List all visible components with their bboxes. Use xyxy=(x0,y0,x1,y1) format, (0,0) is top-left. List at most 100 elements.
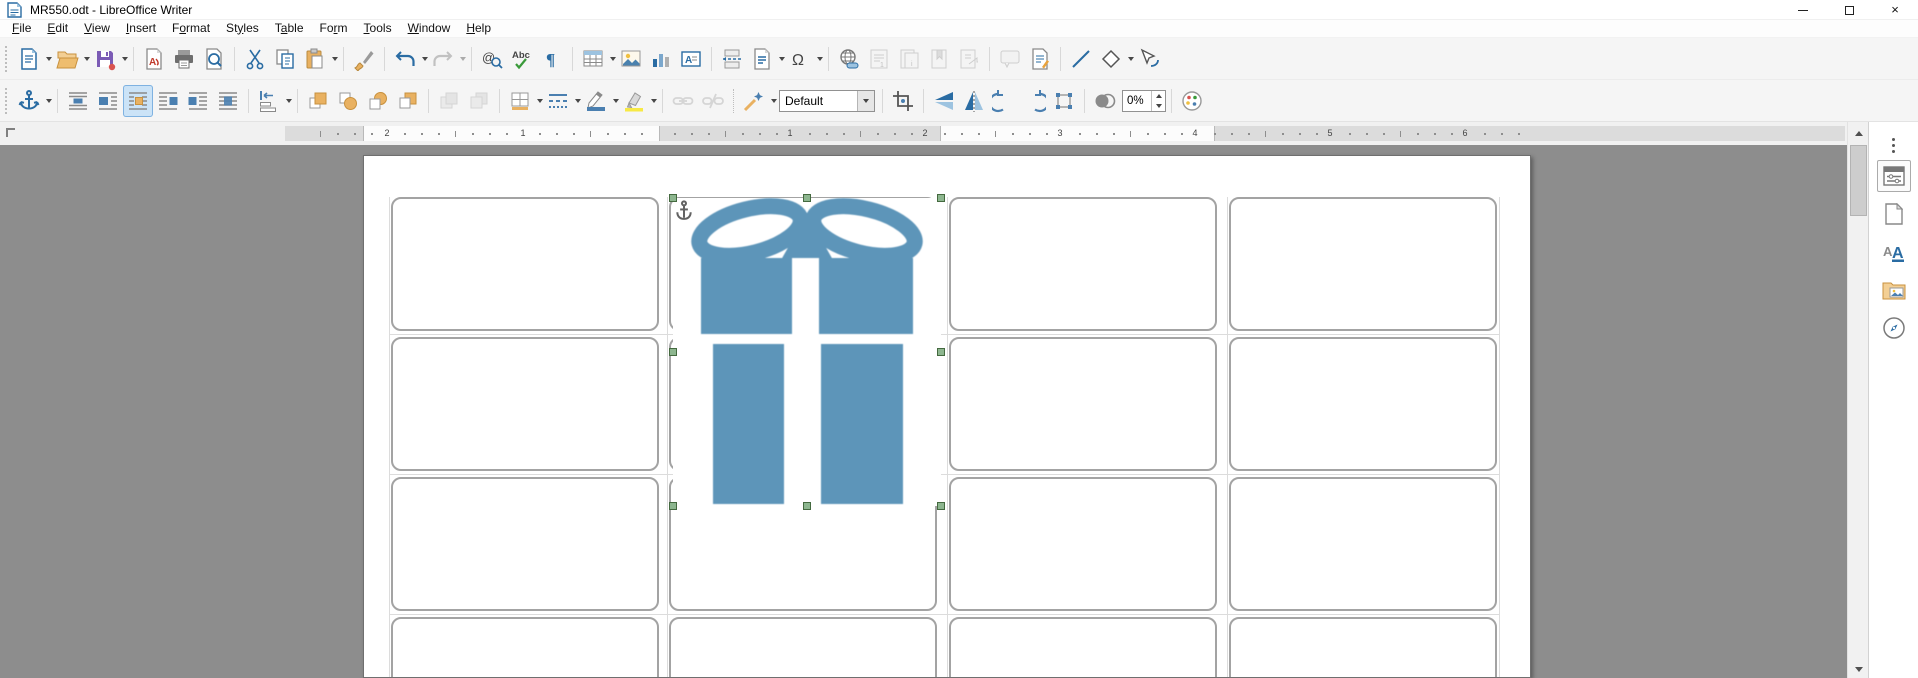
save-dropdown[interactable] xyxy=(122,56,128,61)
label-cell[interactable] xyxy=(391,617,659,677)
crop-button[interactable] xyxy=(888,85,918,117)
highlighting-color-dropdown[interactable] xyxy=(651,98,657,103)
scroll-up-button[interactable] xyxy=(1848,124,1869,142)
toolbar-grip[interactable] xyxy=(5,87,9,114)
menu-file[interactable]: File xyxy=(4,20,39,38)
wrap-through-button[interactable] xyxy=(213,85,243,117)
spin-up-button[interactable] xyxy=(1152,91,1165,101)
label-cell[interactable] xyxy=(391,197,659,331)
menu-format[interactable]: Format xyxy=(164,20,218,38)
insert-bookmark-button[interactable] xyxy=(924,43,954,75)
highlighting-color-button[interactable] xyxy=(619,85,649,117)
flip-horizontally-button[interactable] xyxy=(959,85,989,117)
close-button[interactable]: × xyxy=(1872,0,1918,20)
transformations-button[interactable] xyxy=(1049,85,1079,117)
insert-table-button[interactable] xyxy=(578,43,608,75)
horizontal-ruler[interactable]: 2 1 1 2 3 4 5 6 xyxy=(285,126,1845,141)
selection-handle-middle-left[interactable] xyxy=(669,348,677,356)
spelling-button[interactable]: Abc xyxy=(507,43,537,75)
sidebar-tab-navigator[interactable] xyxy=(1877,312,1911,344)
cross-reference-button[interactable] xyxy=(954,43,984,75)
copy-button[interactable] xyxy=(270,43,300,75)
insert-footnote-button[interactable]: 1 xyxy=(864,43,894,75)
label-cell[interactable] xyxy=(949,617,1217,677)
border-style-button[interactable] xyxy=(543,85,573,117)
label-cell[interactable] xyxy=(391,337,659,471)
redo-dropdown[interactable] xyxy=(460,56,466,61)
label-cell[interactable] xyxy=(949,337,1217,471)
print-preview-button[interactable] xyxy=(199,43,229,75)
wrap-ideal-button[interactable] xyxy=(123,84,153,117)
paste-button[interactable] xyxy=(300,43,330,75)
rotate-right-button[interactable] xyxy=(1019,85,1049,117)
label-cell[interactable] xyxy=(1229,477,1497,611)
show-draw-functions-button[interactable] xyxy=(1134,43,1164,75)
insert-comment-button[interactable] xyxy=(995,43,1025,75)
formatting-marks-button[interactable]: ¶ xyxy=(537,43,567,75)
scrollbar-thumb[interactable] xyxy=(1850,145,1867,216)
anchor-button[interactable] xyxy=(14,85,44,117)
minimize-button[interactable] xyxy=(1780,0,1826,20)
image-mode-dropdown[interactable] xyxy=(857,90,874,111)
send-to-back-button[interactable] xyxy=(393,85,423,117)
borders-button[interactable] xyxy=(505,85,535,117)
label-cell[interactable] xyxy=(1229,197,1497,331)
to-foreground-button[interactable] xyxy=(434,85,464,117)
menu-form[interactable]: Form xyxy=(312,20,356,38)
sidebar-tab-page[interactable] xyxy=(1877,198,1911,230)
special-character-button[interactable]: Ω xyxy=(785,43,815,75)
align-objects-button[interactable] xyxy=(254,85,284,117)
wrap-after-button[interactable] xyxy=(183,85,213,117)
export-pdf-button[interactable]: A xyxy=(139,43,169,75)
label-cell[interactable] xyxy=(391,477,659,611)
unlink-frames-button[interactable] xyxy=(698,85,728,117)
rotate-left-button[interactable] xyxy=(989,85,1019,117)
document-page[interactable] xyxy=(363,155,1531,678)
color-button[interactable] xyxy=(1177,85,1207,117)
menu-edit[interactable]: Edit xyxy=(39,20,76,38)
sidebar-tab-gallery[interactable] xyxy=(1877,274,1911,306)
find-replace-button[interactable]: @ xyxy=(477,43,507,75)
transparency-button[interactable] xyxy=(1090,85,1120,117)
wrap-off-button[interactable] xyxy=(63,85,93,117)
to-background-button[interactable] xyxy=(464,85,494,117)
bring-to-front-button[interactable] xyxy=(303,85,333,117)
sidebar-settings-button[interactable] xyxy=(1892,136,1895,154)
spin-down-button[interactable] xyxy=(1152,101,1165,111)
insert-line-button[interactable] xyxy=(1066,43,1096,75)
menu-styles[interactable]: Styles xyxy=(218,20,267,38)
insert-chart-button[interactable] xyxy=(646,43,676,75)
open-button[interactable] xyxy=(52,43,82,75)
clone-formatting-button[interactable] xyxy=(349,43,379,75)
selected-gift-image[interactable] xyxy=(669,194,945,510)
insert-page-break-button[interactable] xyxy=(717,43,747,75)
menu-window[interactable]: Window xyxy=(400,20,459,38)
scroll-down-button[interactable] xyxy=(1848,660,1869,678)
label-cell[interactable] xyxy=(1229,337,1497,471)
selection-handle-middle-right[interactable] xyxy=(937,348,945,356)
vertical-scrollbar[interactable] xyxy=(1847,122,1868,678)
save-button[interactable] xyxy=(90,43,120,75)
selection-handle-top-left[interactable] xyxy=(669,194,677,202)
tab-stop-corner-icon[interactable] xyxy=(6,128,15,137)
undo-button[interactable] xyxy=(390,43,420,75)
wrap-before-button[interactable] xyxy=(153,85,183,117)
wrap-on-button[interactable] xyxy=(93,85,123,117)
redo-button[interactable] xyxy=(428,43,458,75)
cut-button[interactable] xyxy=(240,43,270,75)
image-filter-dropdown[interactable] xyxy=(771,98,777,103)
toolbar-grip[interactable] xyxy=(5,45,9,72)
track-changes-button[interactable] xyxy=(1025,43,1055,75)
insert-endnote-button[interactable]: i xyxy=(894,43,924,75)
label-cell[interactable] xyxy=(949,477,1217,611)
insert-hyperlink-button[interactable] xyxy=(834,43,864,75)
menu-help[interactable]: Help xyxy=(458,20,499,38)
maximize-button[interactable] xyxy=(1826,0,1872,20)
selection-handle-top-center[interactable] xyxy=(803,194,811,202)
selection-handle-bottom-left[interactable] xyxy=(669,502,677,510)
transparency-spinner[interactable]: 0% xyxy=(1122,89,1166,112)
border-color-button[interactable] xyxy=(581,85,611,117)
menu-insert[interactable]: Insert xyxy=(118,20,164,38)
selection-handle-bottom-center[interactable] xyxy=(803,502,811,510)
selection-handle-bottom-right[interactable] xyxy=(937,502,945,510)
